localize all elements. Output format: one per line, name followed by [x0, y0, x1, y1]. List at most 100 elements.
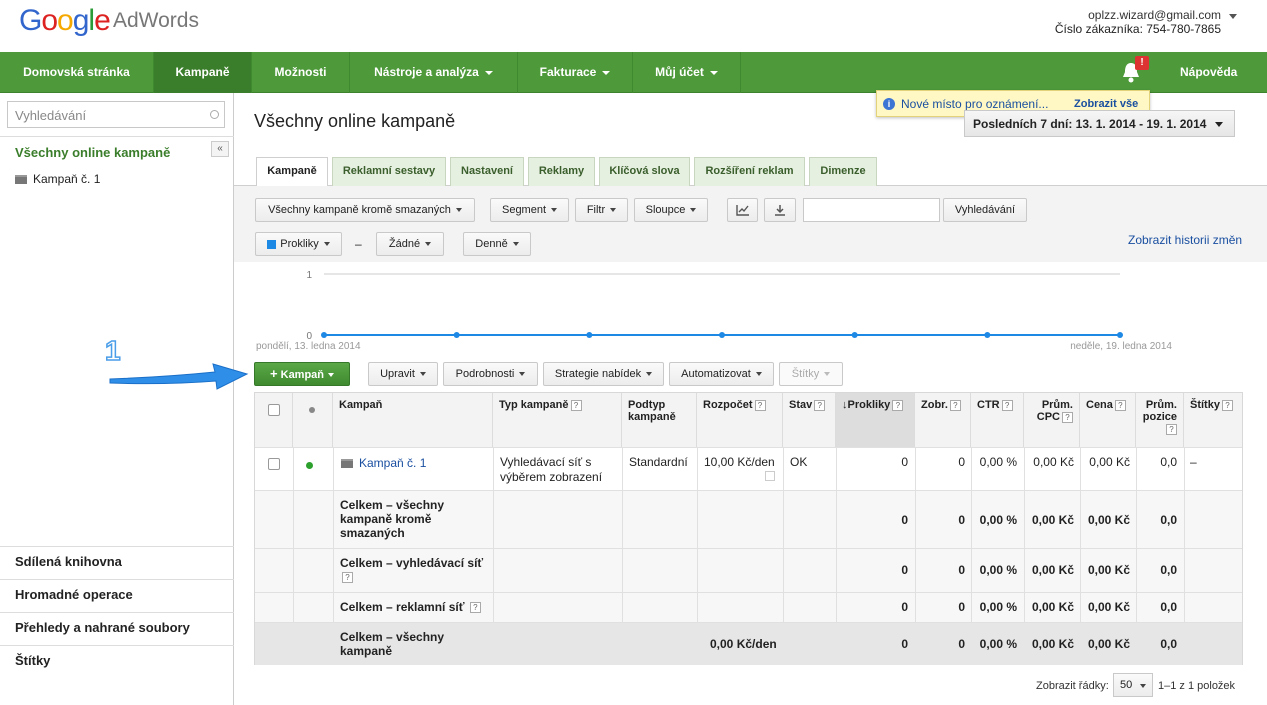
grand-totals-impressions: 0: [958, 637, 965, 651]
series-point[interactable]: [453, 332, 460, 338]
totals-ctr: 0,00 %: [979, 563, 1017, 577]
filter-dropdown[interactable]: Filtr: [575, 198, 628, 222]
sidebar-collapse-button[interactable]: «: [211, 141, 229, 157]
chevron-down-icon: [328, 373, 335, 378]
help-link[interactable]: Nápověda: [1180, 52, 1237, 93]
sidebar-item-labels[interactable]: Štítky: [0, 645, 234, 678]
notification-show-all-link[interactable]: Zobrazit vše: [1074, 98, 1138, 110]
grand-totals-label: Celkem – všechny kampaně: [340, 630, 445, 658]
header-select-all: [255, 393, 293, 447]
account-menu-caret-icon[interactable]: [1229, 14, 1237, 19]
labels-dropdown[interactable]: Štítky: [779, 362, 843, 386]
series-point[interactable]: [321, 332, 327, 338]
chevron-down-icon: [323, 242, 330, 247]
header-clicks-label: Prokliky: [847, 399, 891, 411]
help-icon[interactable]: ?: [469, 602, 481, 614]
sidebar-item-campaign[interactable]: Kampaň č. 1: [15, 172, 100, 186]
help-icon[interactable]: ?: [1114, 399, 1126, 411]
header-status[interactable]: Stav?: [783, 393, 836, 447]
edit-dropdown[interactable]: Upravit: [368, 362, 438, 386]
google-logo[interactable]: Google: [19, 4, 111, 38]
sidebar-item-reports[interactable]: Přehledy a nahrané soubory: [0, 612, 234, 645]
header-cost[interactable]: Cena?: [1080, 393, 1136, 447]
search-button[interactable]: Vyhledávání: [943, 198, 1027, 222]
segment-dropdown[interactable]: Segment: [490, 198, 569, 222]
help-icon[interactable]: ?: [1221, 399, 1233, 411]
table-search-input[interactable]: [803, 198, 940, 222]
help-icon[interactable]: ?: [570, 399, 582, 411]
plus-icon: +: [269, 366, 278, 381]
series-point[interactable]: [586, 332, 593, 338]
nav-billing-label: Fakturace: [539, 65, 597, 79]
tab-ad-extensions[interactable]: Rozšíření reklam: [694, 157, 805, 186]
nav-opportunities[interactable]: Možnosti: [252, 52, 350, 93]
row-cost: 0,00 Kč: [1089, 455, 1130, 469]
sidebar-all-campaigns[interactable]: Všechny online kampaně: [15, 145, 170, 160]
nav-billing[interactable]: Fakturace: [518, 52, 633, 93]
date-range-selector[interactable]: Posledních 7 dní: 13. 1. 2014 - 19. 1. 2…: [964, 110, 1235, 137]
tab-ad-groups[interactable]: Reklamní sestavy: [332, 157, 446, 186]
columns-dropdown[interactable]: Sloupce: [634, 198, 708, 222]
header-subtype[interactable]: Podtyp kampaně: [622, 393, 697, 447]
chart-toggle-button[interactable]: [727, 198, 758, 222]
edit-budget-icon[interactable]: [765, 471, 775, 481]
series-point[interactable]: [719, 332, 725, 338]
help-icon[interactable]: ?: [1166, 423, 1177, 435]
tab-keywords[interactable]: Klíčová slova: [599, 157, 690, 186]
download-button[interactable]: [764, 198, 796, 222]
row-checkbox[interactable]: [268, 458, 280, 470]
rows-per-page-select[interactable]: 50: [1113, 673, 1153, 697]
nav-my-account-label: Můj účet: [655, 65, 704, 79]
details-dropdown[interactable]: Podrobnosti: [443, 362, 538, 386]
header-impressions[interactable]: Zobr.?: [915, 393, 971, 447]
add-campaign-button[interactable]: + Kampaň: [254, 362, 350, 386]
metric1-dropdown[interactable]: Prokliky: [255, 232, 342, 256]
metric2-dropdown[interactable]: Žádné: [376, 232, 444, 256]
x-tick-start: pondělí, 13. ledna 2014: [256, 341, 361, 352]
nav-home[interactable]: Domovská stránka: [0, 52, 154, 93]
sidebar-item-bulk-operations[interactable]: Hromadné operace: [0, 579, 234, 612]
header-campaign[interactable]: Kampaň: [333, 393, 493, 447]
column-divider: [971, 447, 972, 622]
column-divider: [493, 447, 494, 622]
nav-campaigns[interactable]: Kampaně: [154, 52, 252, 93]
series-point[interactable]: [1117, 332, 1123, 338]
automate-dropdown[interactable]: Automatizovat: [669, 362, 774, 386]
header-ctr[interactable]: CTR?: [971, 393, 1024, 447]
totals-impressions: 0: [958, 563, 965, 577]
sidebar-item-shared-library[interactable]: Sdílená knihovna: [0, 546, 234, 579]
series-point[interactable]: [851, 332, 858, 338]
nav-my-account[interactable]: Můj účet: [633, 52, 741, 93]
header-avg-cpc[interactable]: Prům. CPC?: [1024, 393, 1080, 447]
column-divider: [1136, 447, 1137, 622]
callout-number: 1: [104, 334, 121, 367]
change-history-link[interactable]: Zobrazit historii změn: [1128, 233, 1242, 247]
header-clicks[interactable]: ↓Prokliky?: [836, 393, 915, 447]
campaign-name-link[interactable]: Kampaň č. 1: [359, 456, 426, 470]
header-avg-position[interactable]: Prům. pozice?: [1136, 393, 1184, 447]
nav-tools[interactable]: Nástroje a analýza: [350, 52, 518, 93]
header-budget[interactable]: Rozpočet?: [697, 393, 783, 447]
help-icon[interactable]: ?: [949, 399, 961, 411]
help-icon[interactable]: ?: [1001, 399, 1013, 411]
period-dropdown[interactable]: Denně: [463, 232, 531, 256]
header-type[interactable]: Typ kampaně?: [493, 393, 622, 447]
tab-ads[interactable]: Reklamy: [528, 157, 595, 186]
account-email[interactable]: oplzz.wizard@gmail.com: [1088, 8, 1221, 22]
row-impressions: 0: [958, 455, 965, 469]
sidebar-search-input[interactable]: Vyhledávání: [7, 101, 225, 128]
tab-dimensions[interactable]: Dimenze: [809, 157, 877, 186]
bid-strategy-dropdown[interactable]: Strategie nabídek: [543, 362, 664, 386]
tab-campaigns[interactable]: Kampaně: [256, 157, 328, 187]
series-point[interactable]: [984, 332, 991, 338]
help-icon[interactable]: ?: [814, 399, 826, 411]
header-labels[interactable]: Štítky?: [1184, 393, 1242, 447]
help-icon[interactable]: ?: [1062, 411, 1073, 423]
help-icon[interactable]: ?: [754, 399, 766, 411]
campaign-filter-dropdown[interactable]: Všechny kampaně kromě smazaných: [255, 198, 475, 222]
tab-settings[interactable]: Nastavení: [450, 157, 524, 186]
help-icon[interactable]: ?: [342, 572, 353, 584]
select-all-checkbox[interactable]: [268, 404, 280, 416]
nav-opportunities-label: Možnosti: [274, 65, 327, 79]
help-icon[interactable]: ?: [892, 399, 904, 411]
